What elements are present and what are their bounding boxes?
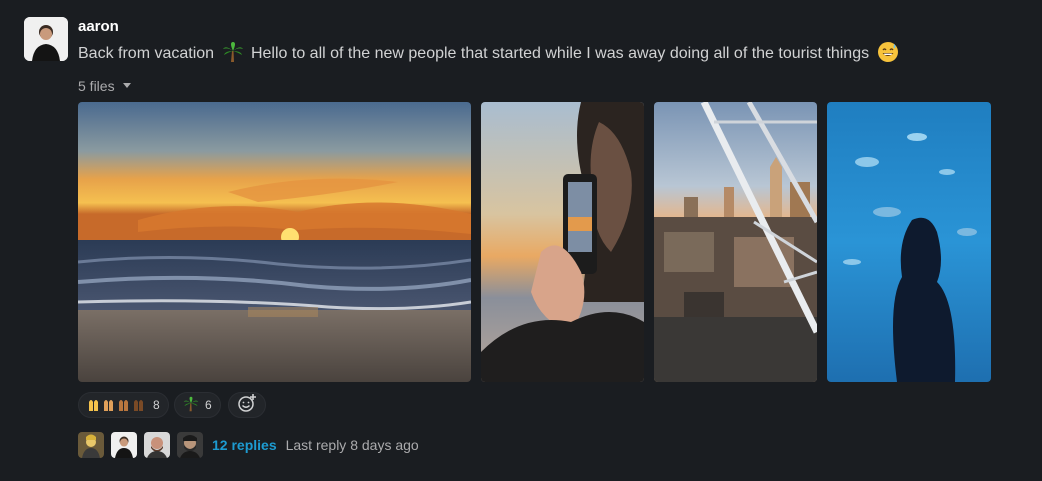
add-emoji-icon	[237, 393, 257, 418]
reaction-palm-tree[interactable]: 6	[174, 392, 221, 418]
image-woman-photographing-sunset[interactable]	[481, 102, 644, 382]
author-avatar[interactable]	[24, 17, 68, 61]
image-aquarium-silhouette[interactable]	[827, 102, 991, 382]
image-sunset-beach[interactable]	[78, 102, 471, 382]
image-city-view-from-ferris-wheel[interactable]	[654, 102, 817, 382]
participant-avatar[interactable]	[111, 432, 137, 458]
grinning-sweat-icon	[877, 41, 899, 71]
files-toggle-label: 5 files	[78, 78, 115, 94]
message-text-part-2: Hello to all of the new people that star…	[250, 45, 870, 62]
files-toggle[interactable]: 5 files	[78, 77, 131, 95]
replies-link[interactable]: 12 replies	[212, 437, 277, 453]
last-reply-time: Last reply 8 days ago	[285, 437, 419, 453]
reaction-count: 6	[205, 398, 212, 412]
message-text-part-1: Back from vacation	[78, 45, 215, 62]
reaction-count: 8	[153, 398, 160, 412]
caret-down-icon	[122, 83, 131, 88]
palm-tree-icon	[222, 41, 244, 71]
participant-avatar[interactable]	[78, 432, 104, 458]
raised-hands-icon	[87, 396, 147, 415]
participant-avatar[interactable]	[177, 432, 203, 458]
author-name[interactable]: aaron	[78, 17, 119, 37]
thread-bar[interactable]: 12 replies Last reply 8 days ago	[78, 431, 419, 459]
add-reaction-button[interactable]	[228, 392, 266, 418]
reaction-raised-hands[interactable]: 8	[78, 392, 169, 418]
message: aaron Back from vacation Hello to all of…	[0, 0, 1042, 481]
participant-avatar[interactable]	[144, 432, 170, 458]
message-text: Back from vacation Hello to all of the n…	[78, 41, 902, 71]
palm-tree-icon	[183, 396, 199, 415]
